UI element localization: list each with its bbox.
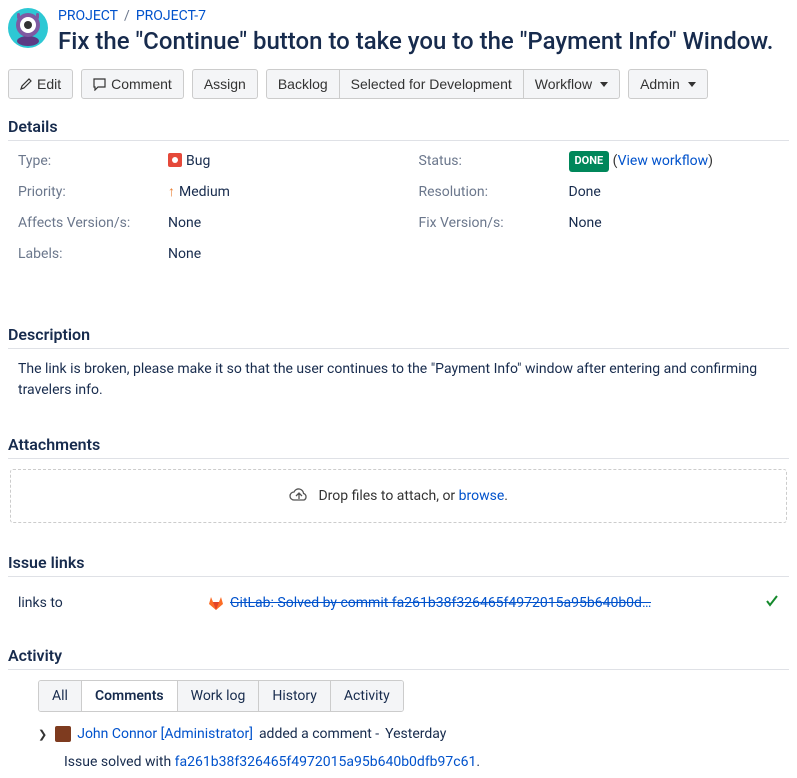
status-value: DONE (View workflow): [569, 151, 790, 172]
pencil-icon: [20, 78, 32, 90]
page-title: Fix the "Continue" button to take you to…: [58, 26, 773, 57]
comment-icon: [93, 78, 106, 91]
breadcrumb-separator: /: [124, 8, 130, 24]
attachment-dropzone[interactable]: Drop files to attach, or browse.: [10, 469, 787, 523]
priority-up-icon: ↑: [168, 184, 175, 200]
priority-label: Priority:: [18, 182, 168, 203]
comment-timestamp: Yesterday: [385, 726, 446, 742]
project-avatar: [8, 8, 48, 48]
issue-links-heading: Issue links: [8, 553, 789, 577]
gitlab-icon: [208, 595, 224, 611]
selected-for-dev-button[interactable]: Selected for Development: [339, 69, 524, 99]
tab-activity[interactable]: Activity: [331, 681, 403, 711]
fixversion-label: Fix Version/s:: [419, 213, 569, 234]
drop-text: Drop files to attach, or: [318, 488, 458, 504]
status-button-group: Backlog Selected for Development Workflo…: [266, 69, 620, 99]
status-badge: DONE: [569, 151, 610, 172]
resolution-value: Done: [569, 182, 790, 203]
tab-worklog[interactable]: Work log: [178, 681, 260, 711]
chevron-down-icon: [688, 82, 696, 87]
bug-icon: [168, 153, 182, 167]
breadcrumb-issue[interactable]: PROJECT-7: [136, 8, 206, 24]
expand-caret-icon[interactable]: ❯: [38, 728, 47, 741]
tab-comments[interactable]: Comments: [82, 681, 178, 711]
breadcrumb: PROJECT / PROJECT-7: [58, 8, 773, 24]
comment-body: Issue solved with fa261b38f326465f497201…: [64, 754, 779, 770]
user-avatar: [55, 726, 71, 742]
admin-button[interactable]: Admin: [628, 69, 708, 99]
edit-button[interactable]: Edit: [8, 69, 73, 99]
comment-button[interactable]: Comment: [81, 69, 184, 99]
activity-tabs: All Comments Work log History Activity: [38, 680, 404, 712]
type-label: Type:: [18, 151, 168, 172]
labels-label: Labels:: [18, 244, 168, 265]
resolution-label: Resolution:: [419, 182, 569, 203]
links-to-label: links to: [18, 595, 208, 611]
priority-value: ↑Medium: [168, 182, 389, 203]
check-icon: [735, 593, 779, 612]
tab-history[interactable]: History: [259, 681, 331, 711]
tab-all[interactable]: All: [39, 681, 82, 711]
commit-link[interactable]: fa261b38f326465f4972015a95b640b0dfb97c61: [175, 754, 477, 770]
backlog-button[interactable]: Backlog: [266, 69, 340, 99]
breadcrumb-project[interactable]: PROJECT: [58, 8, 118, 24]
status-label: Status:: [419, 151, 569, 172]
description-text: The link is broken, please make it so th…: [8, 359, 789, 421]
attachments-heading: Attachments: [8, 435, 789, 459]
chevron-down-icon: [600, 82, 608, 87]
view-workflow-link[interactable]: View workflow: [618, 153, 709, 169]
toolbar: Edit Comment Assign Backlog Selected for…: [8, 69, 789, 99]
workflow-button[interactable]: Workflow: [523, 69, 620, 99]
upload-cloud-icon: [289, 488, 309, 504]
affects-label: Affects Version/s:: [18, 213, 168, 234]
affects-value: None: [168, 213, 389, 234]
description-heading: Description: [8, 325, 789, 349]
browse-link[interactable]: browse: [459, 488, 505, 504]
labels-value: None: [168, 244, 389, 265]
type-value: Bug: [168, 151, 389, 172]
fixversion-value: None: [569, 213, 790, 234]
assign-button[interactable]: Assign: [192, 69, 258, 99]
comment-author-link[interactable]: John Connor [Administrator]: [77, 726, 253, 742]
activity-heading: Activity: [8, 646, 789, 670]
comment-action-text: added a comment -: [259, 726, 379, 742]
gitlab-commit-link[interactable]: GitLab: Solved by commit fa261b38f326465…: [230, 595, 651, 611]
details-heading: Details: [8, 117, 789, 141]
